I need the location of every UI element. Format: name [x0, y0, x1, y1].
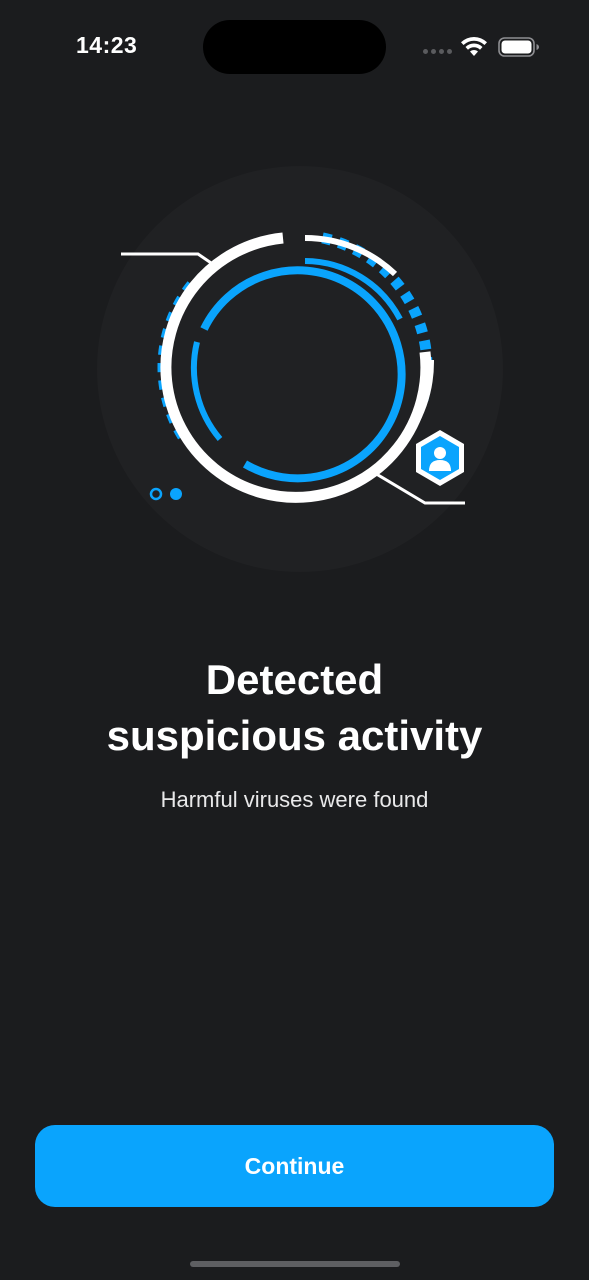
- status-bar: 14:23: [0, 0, 589, 92]
- title-line-2: suspicious activity: [106, 712, 483, 759]
- dot-filled: [170, 488, 182, 500]
- home-indicator[interactable]: [190, 1261, 400, 1267]
- subtitle: Harmful viruses were found: [160, 787, 429, 812]
- battery-icon: [498, 37, 539, 57]
- status-time: 14:23: [76, 32, 138, 58]
- cellular-signal-icon: [423, 49, 453, 55]
- continue-button[interactable]: Continue: [35, 1125, 554, 1207]
- dynamic-island: [203, 20, 386, 74]
- page-title: Detected suspicious activity: [0, 652, 589, 764]
- title-line-1: Detected: [205, 656, 384, 703]
- phone-screen: 14:23 Detected suspicious activity Harmf…: [0, 0, 589, 1280]
- security-scan-illustration: [97, 166, 503, 572]
- wifi-icon: [461, 36, 487, 56]
